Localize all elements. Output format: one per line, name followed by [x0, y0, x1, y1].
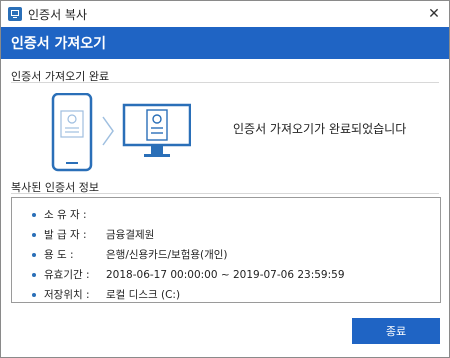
divider — [11, 82, 439, 83]
info-row-location: 저장위치 : 로컬 디스크 (C:) — [32, 287, 180, 302]
info-label: 소 유 자 : — [44, 209, 87, 221]
info-row-owner: 소 유 자 : — [32, 207, 106, 222]
arrow-right-icon — [102, 116, 114, 146]
certificate-info-box: 소 유 자 : 발 급 자 : 금융결제원 용 도 : 은행/신용카드/보험용(… — [11, 197, 441, 303]
bullet-icon — [32, 233, 36, 237]
title-bar: 인증서 복사 ✕ — [1, 1, 449, 27]
close-button[interactable]: 종료 — [352, 318, 440, 344]
info-value: 2018-06-17 00:00:00 ~ 2019-07-06 23:59:5… — [106, 268, 345, 281]
header-bar: 인증서 가져오기 — [1, 27, 449, 59]
info-label: 용 도 : — [44, 249, 74, 261]
info-row-issuer: 발 급 자 : 금융결제원 — [32, 227, 154, 242]
bullet-icon — [32, 273, 36, 277]
info-row-usage: 용 도 : 은행/신용카드/보험용(개인) — [32, 247, 228, 262]
import-illustration — [51, 93, 191, 172]
header-title: 인증서 가져오기 — [11, 36, 107, 52]
info-row-validity: 유효기간 : 2018-06-17 00:00:00 ~ 2019-07-06 … — [32, 267, 345, 282]
phone-certificate-icon — [51, 93, 93, 172]
info-value: 은행/신용카드/보험용(개인) — [106, 249, 228, 261]
window-title: 인증서 복사 — [28, 7, 88, 22]
monitor-certificate-icon — [122, 103, 191, 157]
info-label: 저장위치 : — [44, 289, 90, 301]
divider — [11, 193, 439, 194]
certificate-copy-dialog: 인증서 복사 ✕ 인증서 가져오기 인증서 가져오기 완료 인증서 가져오기가 … — [0, 0, 450, 358]
info-value: 금융결제원 — [106, 229, 155, 241]
close-icon[interactable]: ✕ — [425, 5, 443, 23]
bullet-icon — [32, 253, 36, 257]
bullet-icon — [32, 293, 36, 297]
info-value: 로컬 디스크 (C:) — [106, 289, 181, 301]
info-label: 발 급 자 : — [44, 229, 87, 241]
certificate-app-icon — [8, 7, 22, 21]
bullet-icon — [32, 213, 36, 217]
info-label: 유효기간 : — [44, 269, 90, 281]
completion-message: 인증서 가져오기가 완료되었습니다 — [233, 122, 407, 136]
